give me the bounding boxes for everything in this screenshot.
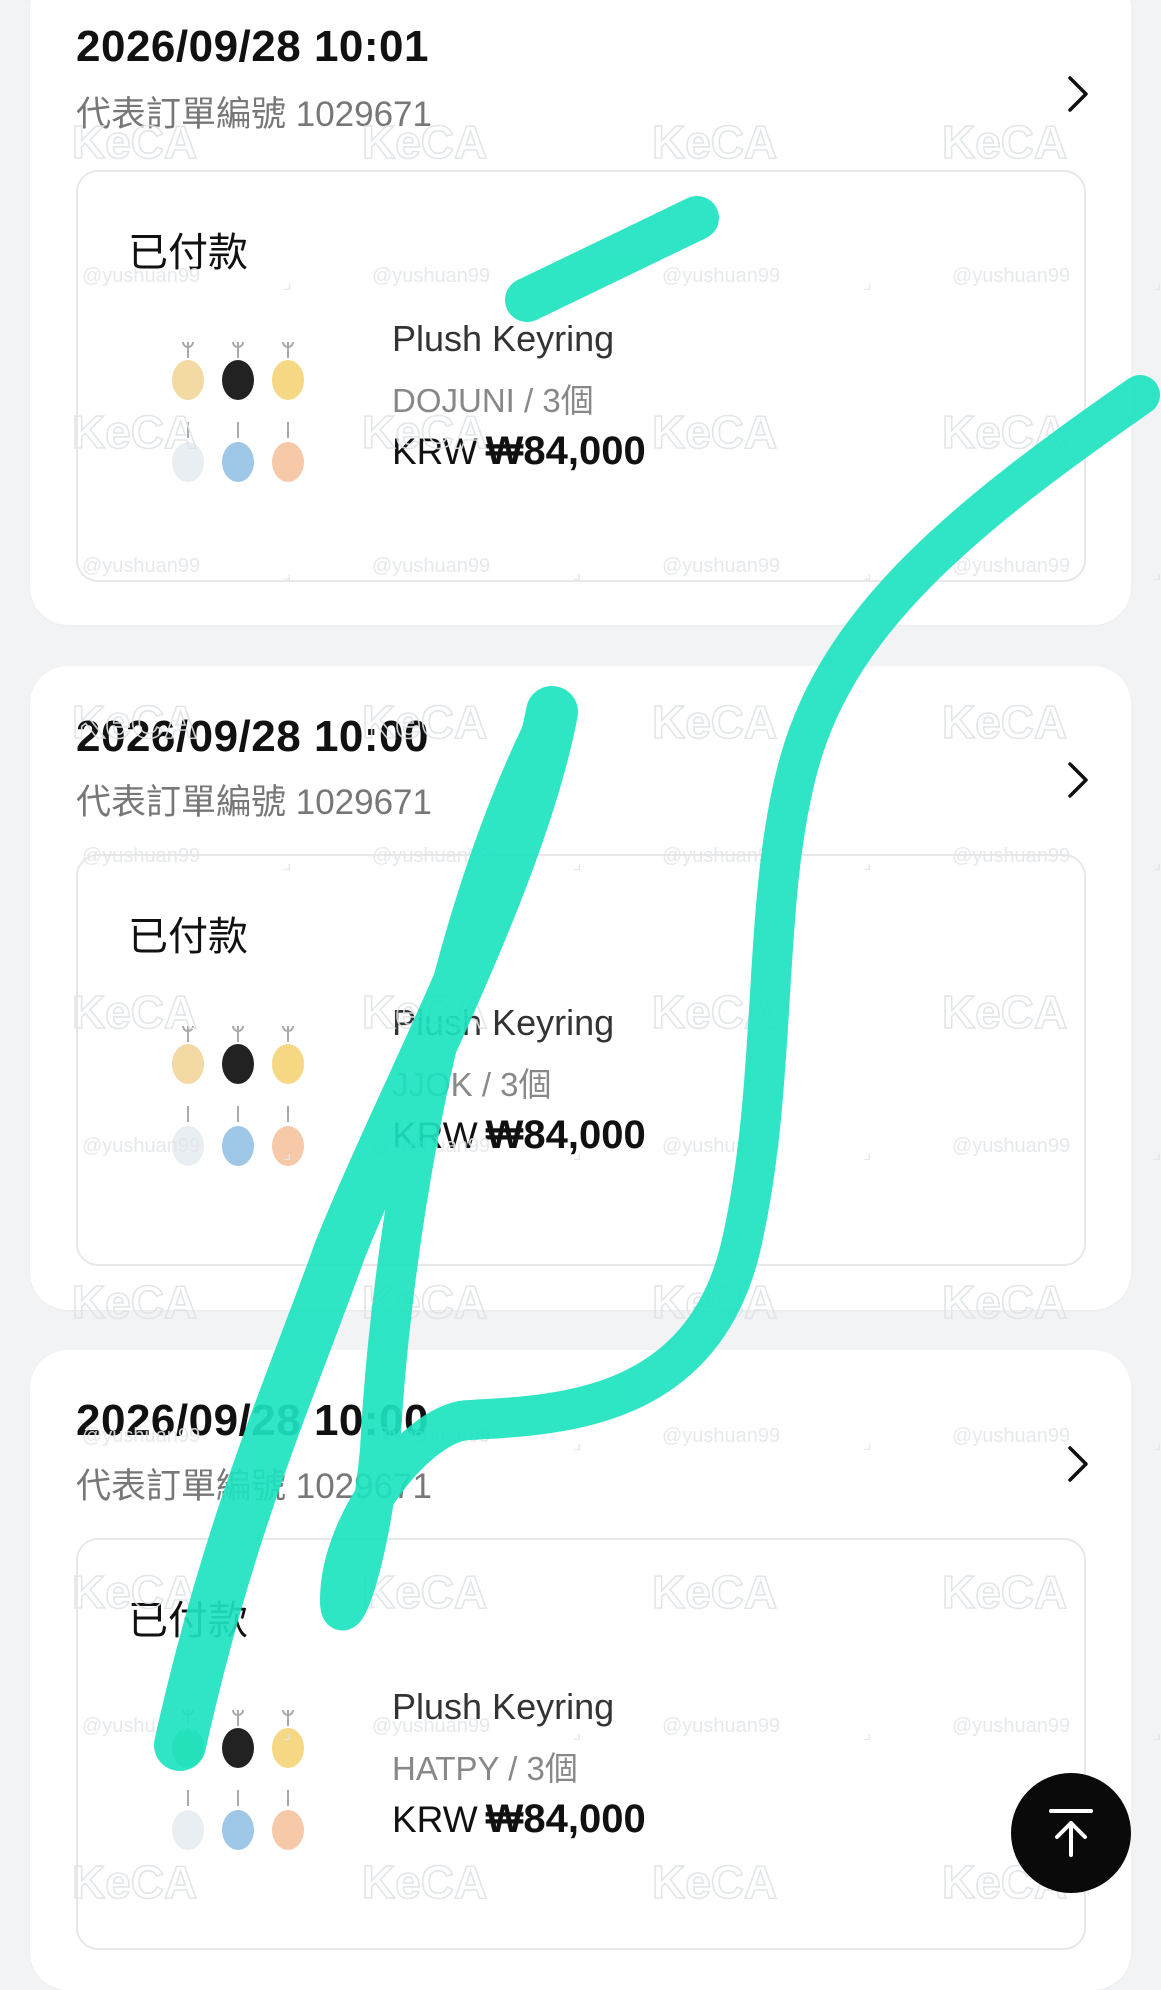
product-thumbnail [172,1710,304,1850]
chevron-right-icon[interactable] [1058,1444,1098,1484]
order-number: 代表訂單編號 1029671 [76,95,432,134]
product-price: KRW ₩84,000 [392,1113,646,1158]
price-currency: KRW [392,1115,478,1156]
product-thumbnail [172,1026,304,1166]
price-amount: ₩84,000 [485,1113,646,1157]
payment-status: 已付款 [128,915,248,959]
product-price: KRW ₩84,000 [392,429,646,474]
product-price: KRW ₩84,000 [392,1797,646,1842]
order-date: 2026/09/28 10:00 [76,1396,429,1445]
order-list-page: 2026/09/28 10:01 代表訂單編號 1029671 已付款 Plus… [0,0,1161,1990]
payment-status: 已付款 [128,1599,248,1643]
order-item-box[interactable]: 已付款 Plush Keyring HATPY / 3個 KRW ₩84,000 [76,1538,1086,1950]
order-card[interactable]: 2026/09/28 10:00 代表訂單編號 1029671 已付款 Plus… [30,1350,1131,1990]
product-option: JJOK / 3個 [392,1066,552,1103]
product-name: Plush Keyring [392,1002,615,1043]
product-option: DOJUNI / 3個 [392,382,594,419]
product-name: Plush Keyring [392,1686,615,1727]
order-card[interactable]: 2026/09/28 10:01 代表訂單編號 1029671 已付款 Plus… [30,0,1131,625]
price-currency: KRW [392,1799,478,1840]
order-item-box[interactable]: 已付款 Plush Keyring JJOK / 3個 KRW ₩84,000 [76,854,1086,1266]
product-option: HATPY / 3個 [392,1750,578,1787]
price-amount: ₩84,000 [485,1797,646,1841]
order-card[interactable]: 2026/09/28 10:00 代表訂單編號 1029671 已付款 Plus… [30,666,1131,1310]
chevron-right-icon[interactable] [1058,760,1098,800]
order-number: 代表訂單編號 1029671 [76,1467,432,1506]
plush-keyring-image [172,1710,304,1850]
order-date: 2026/09/28 10:01 [76,22,429,71]
chevron-right-icon[interactable] [1058,74,1098,114]
price-amount: ₩84,000 [485,429,646,473]
arrow-up-to-top-icon [1049,1809,1093,1857]
product-thumbnail [172,342,304,482]
plush-keyring-image [172,1026,304,1166]
order-item-box[interactable]: 已付款 Plush Keyring DOJUNI / 3個 KRW ₩84,000 [76,170,1086,582]
scroll-to-top-button[interactable] [1011,1773,1131,1893]
payment-status: 已付款 [128,231,248,275]
order-date: 2026/09/28 10:00 [76,712,429,761]
product-name: Plush Keyring [392,318,615,359]
order-number: 代表訂單編號 1029671 [76,783,432,822]
price-currency: KRW [392,431,478,472]
plush-keyring-image [172,342,304,482]
